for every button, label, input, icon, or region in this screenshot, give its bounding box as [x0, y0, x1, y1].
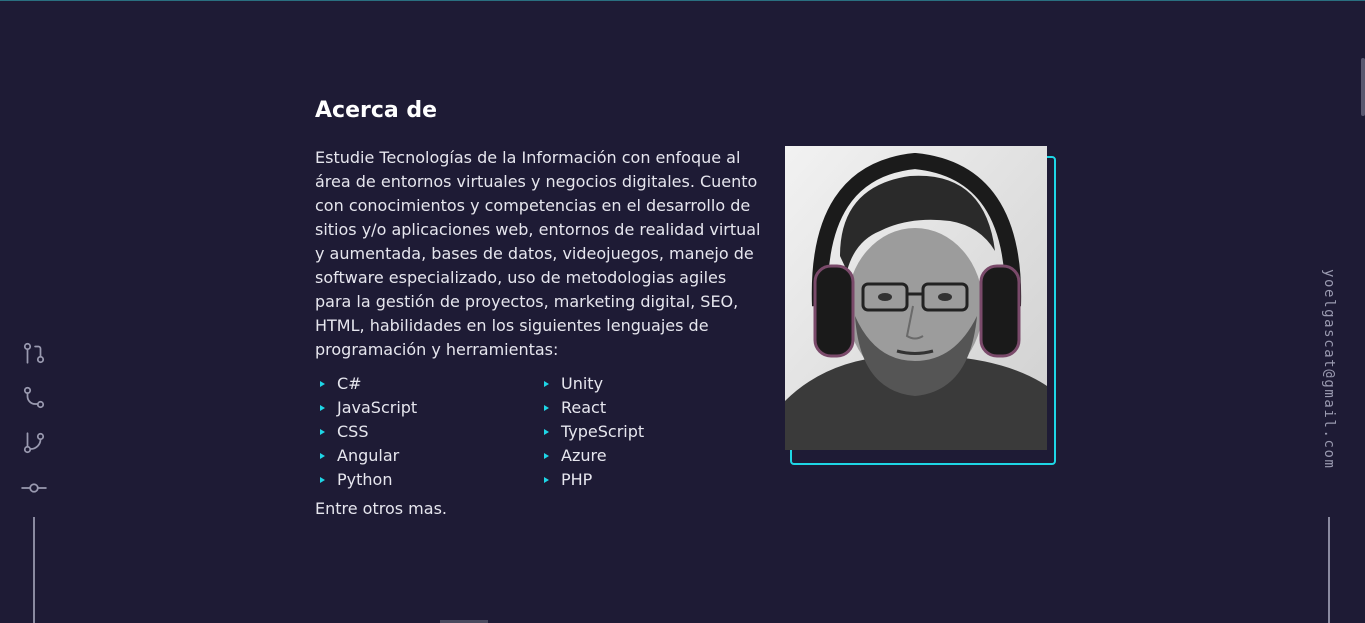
extra-text: Entre otros mas. [315, 499, 447, 518]
skills-list: C# Unity JavaScript React CSS TypeScript… [320, 372, 740, 492]
scrollbar[interactable] [1360, 0, 1365, 623]
bullet-icon [544, 381, 549, 387]
left-rail-line [33, 517, 35, 623]
git-commit-icon[interactable] [14, 465, 54, 510]
skill-label: Angular [337, 446, 400, 465]
bullet-icon [544, 453, 549, 459]
skill-label: C# [337, 374, 362, 393]
left-social-rail [14, 330, 54, 510]
skill-item: CSS [320, 420, 544, 444]
skill-item: React [544, 396, 744, 420]
section-title: Acerca de [315, 98, 438, 123]
skill-label: JavaScript [337, 398, 418, 417]
bullet-icon [320, 381, 325, 387]
git-merge-icon[interactable] [14, 375, 54, 420]
skill-label: Python [337, 470, 393, 489]
email-link[interactable]: yoelgascat@gmail.com [1321, 269, 1337, 470]
scrollbar-thumb[interactable] [1361, 58, 1365, 116]
bullet-icon [544, 477, 549, 483]
bullet-icon [544, 429, 549, 435]
about-paragraph: Estudie Tecnologías de la Información co… [315, 148, 761, 359]
skill-label: Azure [561, 446, 607, 465]
skill-item: Azure [544, 444, 744, 468]
bullet-icon [320, 453, 325, 459]
skill-item: C# [320, 372, 544, 396]
skill-label: TypeScript [561, 422, 645, 441]
profile-photo-image [785, 146, 1047, 450]
skill-label: Unity [561, 374, 604, 393]
skill-item: PHP [544, 468, 744, 492]
skill-item: JavaScript [320, 396, 544, 420]
git-branch-icon[interactable] [14, 420, 54, 465]
bullet-icon [320, 429, 325, 435]
skill-item: Python [320, 468, 544, 492]
profile-photo[interactable] [785, 146, 1047, 450]
top-border [0, 0, 1365, 1]
right-rail-line [1328, 517, 1330, 623]
git-pull-request-icon[interactable] [14, 330, 54, 375]
bullet-icon [320, 477, 325, 483]
bullet-icon [544, 405, 549, 411]
skill-item: Angular [320, 444, 544, 468]
bullet-icon [320, 405, 325, 411]
skill-label: React [561, 398, 607, 417]
skill-item: TypeScript [544, 420, 744, 444]
skill-label: PHP [561, 470, 593, 489]
skill-item: Unity [544, 372, 744, 396]
skill-label: CSS [337, 422, 369, 441]
